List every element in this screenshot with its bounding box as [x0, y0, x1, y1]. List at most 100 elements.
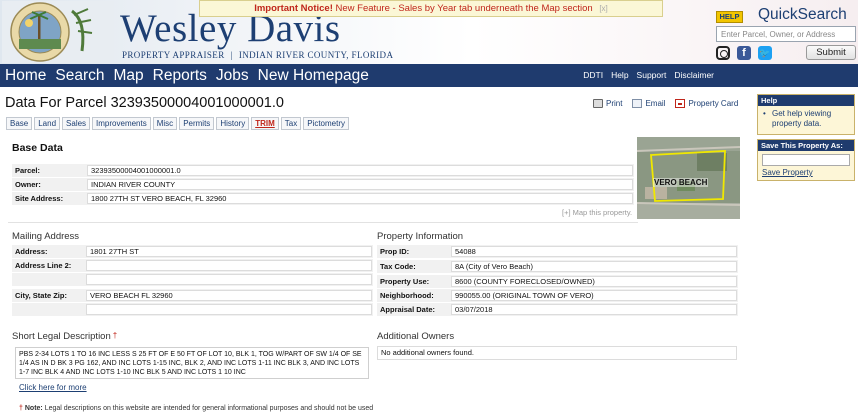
quicksearch-submit-button[interactable]: Submit [806, 45, 856, 60]
parcel-tabs: Base Land Sales Improvements Misc Permit… [6, 117, 351, 130]
tab-pictometry[interactable]: Pictometry [303, 117, 350, 130]
email-link[interactable]: Email [632, 99, 665, 108]
base-row-site-address: Site Address: 1800 27TH ST VERO BEACH, F… [12, 192, 634, 205]
no-owners-message: No additional owners found. [377, 346, 737, 360]
county-seal-icon [2, 1, 114, 63]
neighborhood-label: Neighborhood: [380, 291, 434, 300]
envelope-icon [632, 99, 643, 108]
tax-code-label: Tax Code: [380, 262, 416, 271]
legal-heading-text: Short Legal Description [12, 331, 111, 342]
appraisal-date-value: 03/07/2018 [451, 304, 737, 315]
mailing-row-address: Address: 1801 27TH ST [12, 245, 373, 258]
page-actions: Print Email Property Card [593, 99, 748, 108]
base-data-heading: Base Data [12, 142, 63, 154]
tab-base[interactable]: Base [6, 117, 33, 130]
nav-new-homepage[interactable]: New Homepage [258, 64, 369, 87]
prop-row-tax-code: Tax Code: 8A (City of Vero Beach) [377, 260, 738, 273]
owner-label: Owner: [15, 180, 41, 189]
prop-row-use: Property Use: 8600 (COUNTY FORECLOSED/OW… [377, 275, 738, 288]
base-row-parcel: Parcel: 32393500004001000001.0 [12, 164, 634, 177]
property-info-heading: Property Information [377, 231, 464, 242]
brand-sub-right: INDIAN RIVER COUNTY, FLORIDA [238, 50, 394, 60]
nav-search[interactable]: Search [55, 64, 104, 87]
notice-text: New Feature - Sales by Year tab undernea… [335, 3, 593, 14]
quicksearch-title: QuickSearch [758, 6, 847, 23]
legal-dagger: † [112, 331, 118, 340]
mailing-address-value: 1801 27TH ST [86, 246, 372, 257]
nav-support[interactable]: Support [637, 64, 667, 87]
help-badge[interactable]: HELP [716, 11, 743, 23]
note-prefix: Note: [24, 405, 43, 412]
nav-map[interactable]: Map [113, 64, 143, 87]
additional-owners-heading: Additional Owners [377, 331, 455, 342]
mailing-address-label: Address: [15, 247, 48, 256]
help-panel: Help Get help viewing property data. [757, 94, 855, 135]
tab-sales[interactable]: Sales [62, 117, 91, 130]
instagram-icon[interactable] [716, 46, 730, 60]
mailing-row-address2: Address Line 2: [12, 259, 373, 272]
property-card-link[interactable]: Property Card [675, 99, 738, 108]
note-dagger: † [19, 405, 23, 412]
property-card-label: Property Card [688, 99, 739, 108]
print-link[interactable]: Print [593, 99, 622, 108]
prop-id-label: Prop ID: [380, 247, 410, 256]
mailing-row-trailing [12, 303, 373, 316]
mailing-address2-label: Address Line 2: [15, 261, 72, 270]
mailing-row-city: City, State Zip: VERO BEACH FL 32960 [12, 289, 373, 302]
tab-land[interactable]: Land [34, 117, 61, 130]
prop-row-id: Prop ID: 54088 [377, 245, 738, 258]
appraisal-date-label: Appraisal Date: [380, 305, 436, 314]
nav-disclaimer[interactable]: Disclaimer [674, 64, 714, 87]
facebook-icon[interactable]: f [737, 46, 751, 60]
tab-improvements[interactable]: Improvements [92, 117, 151, 130]
legal-note: † Note: Legal descriptions on this websi… [19, 405, 373, 412]
mailing-row-blank [12, 273, 373, 286]
site-address-value: 1800 27TH ST VERO BEACH, FL 32960 [87, 193, 633, 204]
print-label: Print [606, 99, 623, 108]
aerial-map-label: VERO BEACH [653, 178, 709, 187]
save-property-panel: Save This Property As: Save Property [757, 139, 855, 181]
base-row-owner: Owner: INDIAN RIVER COUNTY [12, 178, 634, 191]
quicksearch-input[interactable] [716, 26, 856, 42]
save-property-name-input[interactable] [762, 154, 850, 166]
mailing-city-value: VERO BEACH FL 32960 [86, 290, 372, 301]
brand-sub-left: PROPERTY APPRAISER [122, 50, 225, 60]
parcel-label: Parcel: [15, 166, 41, 175]
printer-icon [593, 99, 603, 108]
mailing-city-label: City, State Zip: [15, 291, 67, 300]
main-nav: Home Search Map Reports Jobs New Homepag… [0, 64, 858, 87]
tab-permits[interactable]: Permits [179, 117, 215, 130]
tax-code-value: 8A (City of Vero Beach) [451, 261, 737, 272]
nav-utility-links: DDTI Help Support Disclaimer [575, 64, 714, 87]
tab-misc[interactable]: Misc [152, 117, 178, 130]
mailing-blank-value [86, 274, 372, 285]
prop-row-appraisal-date: Appraisal Date: 03/07/2018 [377, 303, 738, 316]
mailing-trailing-value [86, 304, 372, 315]
tab-tax[interactable]: Tax [280, 117, 302, 130]
save-property-link[interactable]: Save Property [762, 168, 850, 177]
nav-jobs[interactable]: Jobs [216, 64, 249, 87]
site-address-label: Site Address: [15, 194, 64, 203]
note-text: Legal descriptions on this website are i… [44, 405, 374, 412]
property-use-value: 8600 (COUNTY FORECLOSED/OWNED) [451, 276, 737, 287]
property-use-label: Property Use: [380, 277, 430, 286]
tab-trim[interactable]: TRIM [251, 117, 279, 130]
tab-history[interactable]: History [216, 117, 250, 130]
help-panel-link[interactable]: Get help viewing property data. [758, 106, 854, 129]
neighborhood-value: 990055.00 (ORIGINAL TOWN OF VERO) [451, 290, 737, 301]
notice-close-button[interactable]: [x] [599, 4, 607, 13]
save-panel-heading: Save This Property As: [758, 140, 854, 151]
nav-home[interactable]: Home [5, 64, 46, 87]
legal-more-link[interactable]: Click here for more [19, 383, 87, 392]
nav-reports[interactable]: Reports [153, 64, 207, 87]
twitter-icon[interactable]: 🐦 [758, 46, 772, 60]
nav-main-links: Home Search Map Reports Jobs New Homepag… [5, 64, 378, 87]
legal-description-heading: Short Legal Description † [12, 331, 117, 342]
help-panel-heading: Help [758, 95, 854, 106]
nav-ddti[interactable]: DDTI [583, 64, 603, 87]
site-subtitle: PROPERTY APPRAISER | INDIAN RIVER COUNTY, … [122, 50, 393, 60]
map-this-property-link[interactable]: [+] Map this property. [562, 208, 632, 217]
nav-help[interactable]: Help [611, 64, 628, 87]
aerial-map-thumbnail[interactable]: VERO BEACH [637, 137, 740, 219]
page-title: Data For Parcel 32393500004001000001.0 [5, 95, 284, 111]
